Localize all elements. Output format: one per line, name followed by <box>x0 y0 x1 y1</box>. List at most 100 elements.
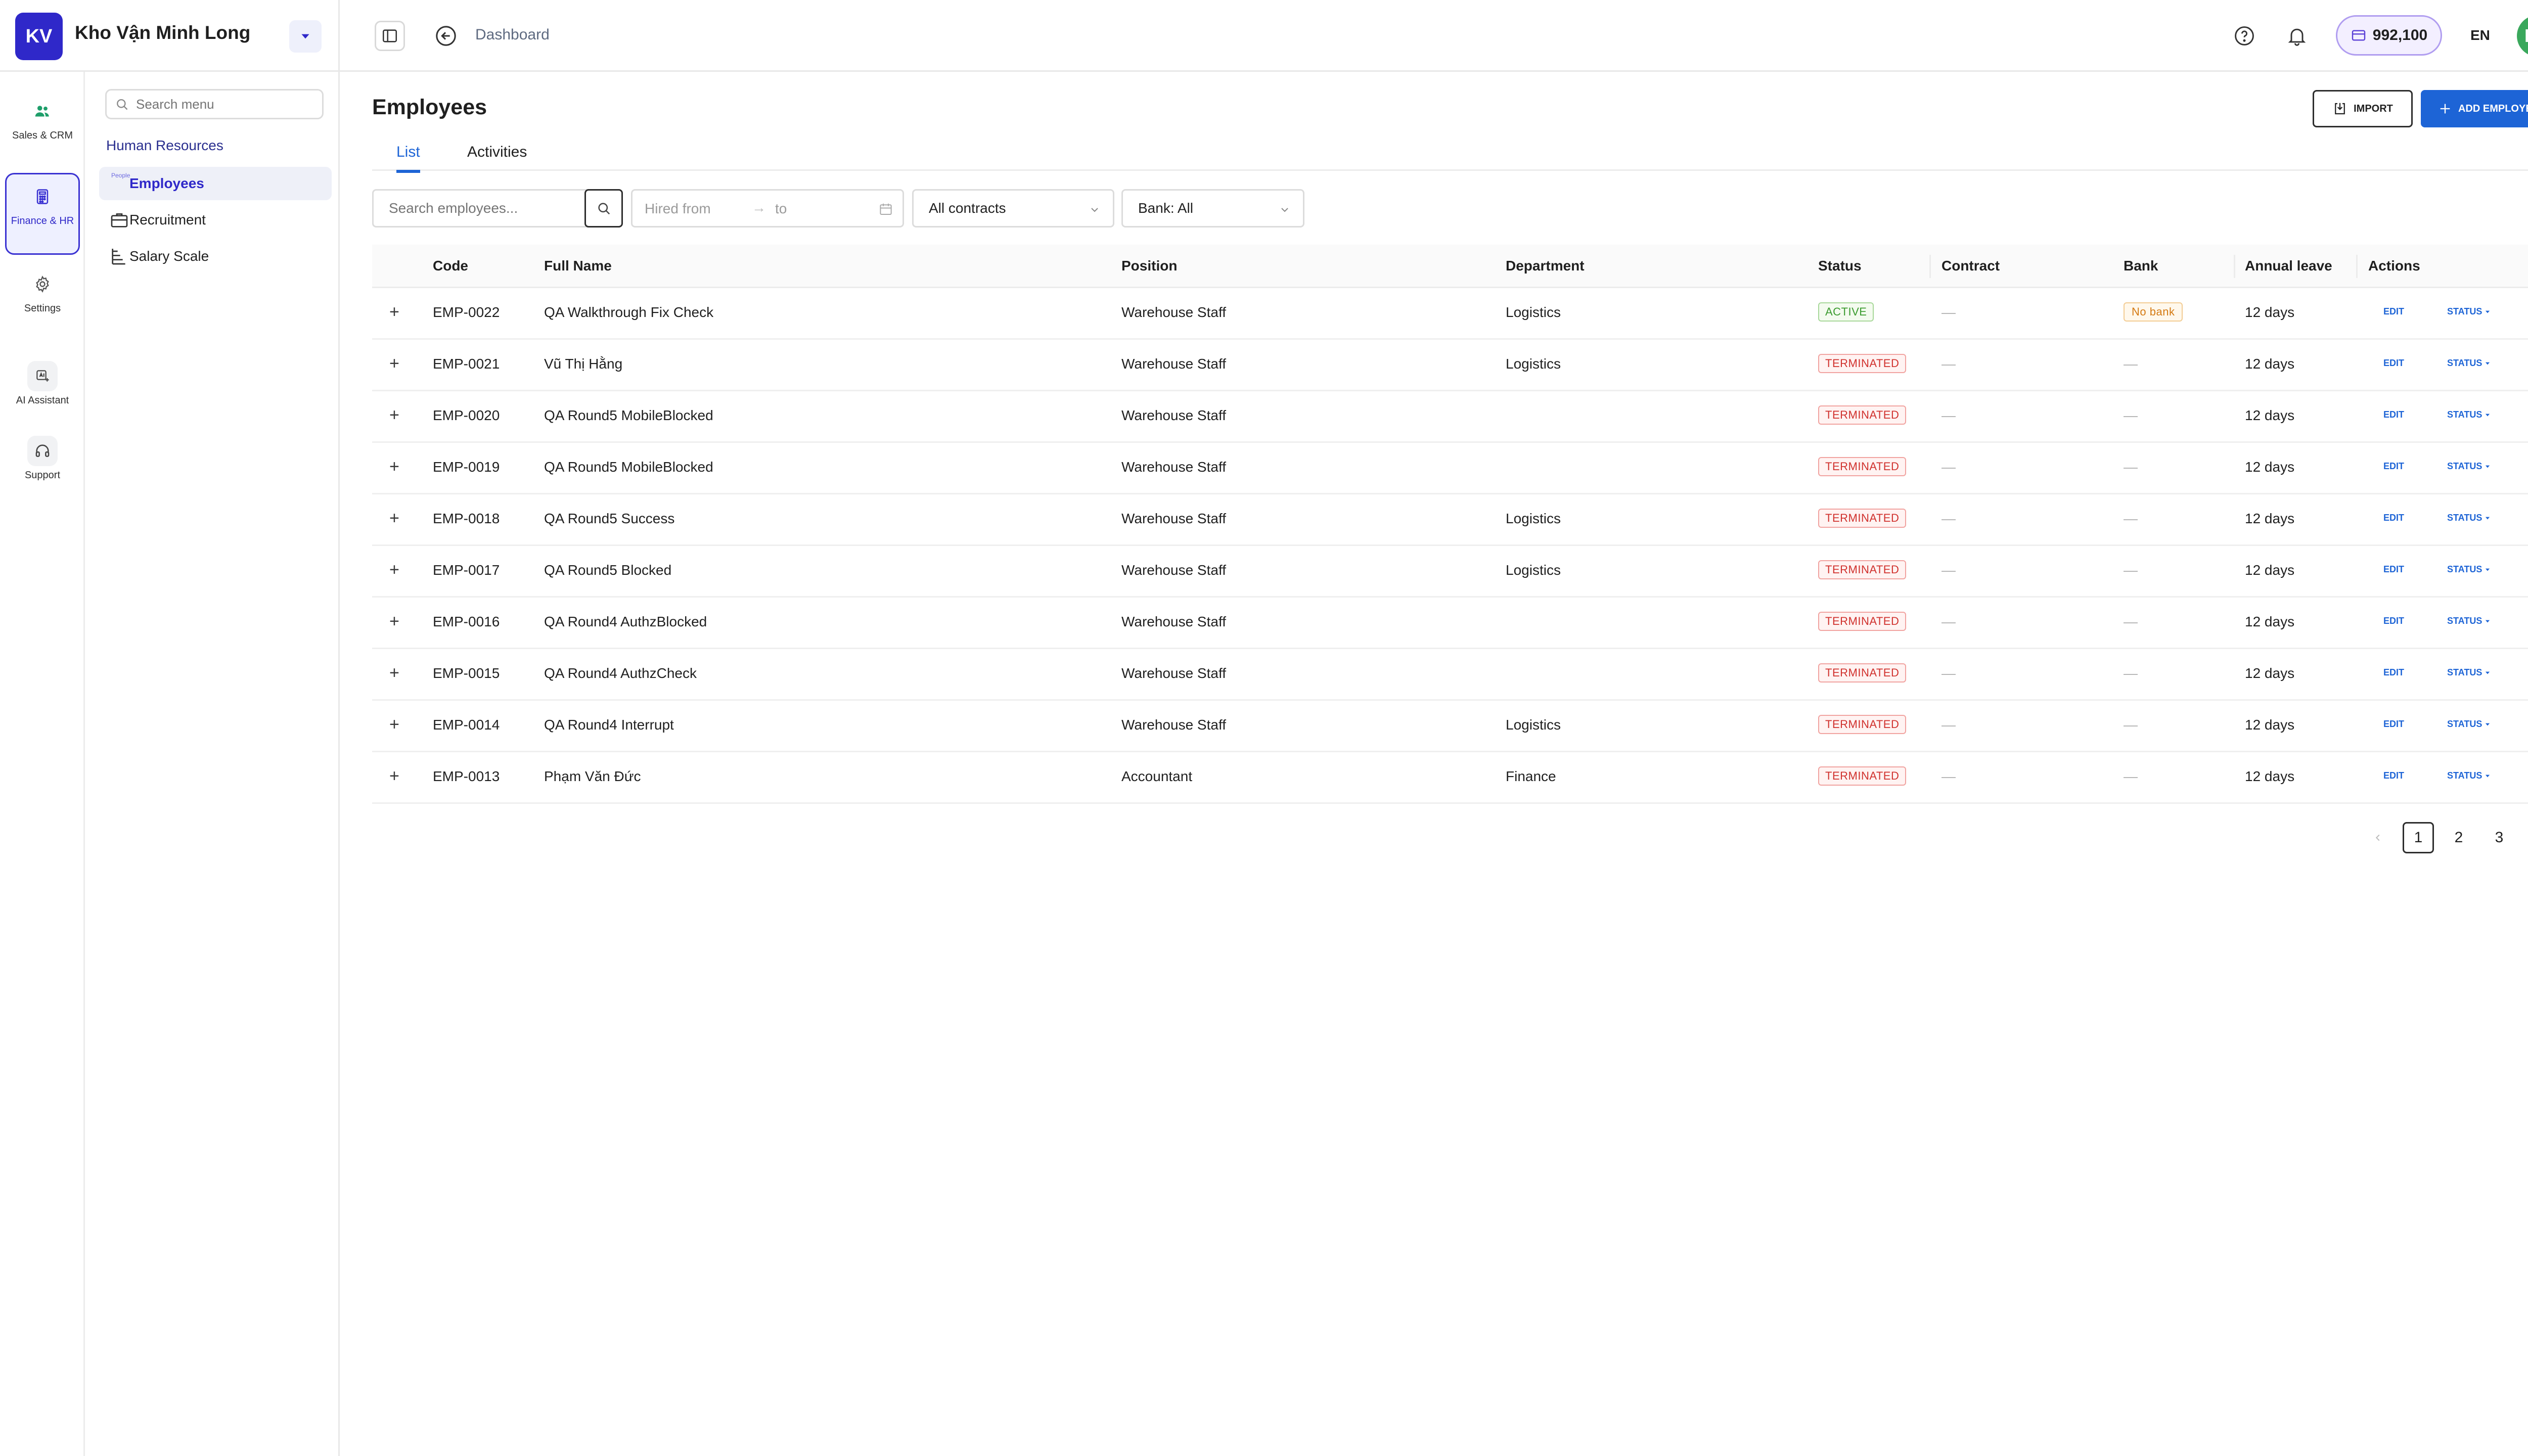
status-badge: TERMINATED <box>1818 766 1907 786</box>
next-page-button[interactable] <box>2524 822 2528 853</box>
col-code[interactable]: Code <box>433 258 468 274</box>
edit-button[interactable]: EDIT <box>2383 513 2404 523</box>
rail-item-sales-crm[interactable]: Sales & CRM <box>5 96 80 142</box>
bank-cell: — <box>2124 459 2138 475</box>
edit-button[interactable]: EDIT <box>2383 564 2404 575</box>
table-row[interactable]: + EMP-0016 QA Round4 AuthzBlocked Warehouse… <box>372 598 2528 649</box>
status-menu-button[interactable]: STATUS <box>2447 306 2491 317</box>
rail-item-finance-hr[interactable]: Finance & HR <box>5 173 80 255</box>
edit-button[interactable]: EDIT <box>2383 616 2404 626</box>
submenu-item-recruitment[interactable]: Recruitment <box>99 203 332 237</box>
expand-row-button[interactable]: + <box>389 303 399 321</box>
status-menu-button[interactable]: STATUS <box>2447 513 2491 523</box>
col-full-name[interactable]: Full Name <box>544 258 612 274</box>
breadcrumb-dashboard[interactable]: Dashboard <box>475 26 550 43</box>
cell-annual-leave: 12 days <box>2245 459 2295 475</box>
help-button[interactable] <box>2229 20 2260 52</box>
expand-row-button[interactable]: + <box>389 767 399 785</box>
status-menu-button[interactable]: STATUS <box>2447 461 2491 472</box>
expand-row-button[interactable]: + <box>389 510 399 527</box>
status-menu-button[interactable]: STATUS <box>2447 410 2491 420</box>
edit-button[interactable]: EDIT <box>2383 358 2404 369</box>
language-switch[interactable]: EN <box>2470 27 2490 43</box>
menu-search-input[interactable] <box>135 96 319 113</box>
edit-button[interactable]: EDIT <box>2383 410 2404 420</box>
status-menu-button[interactable]: STATUS <box>2447 564 2491 575</box>
contract-filter-value: All contracts <box>929 200 1006 216</box>
caret-down-icon <box>2486 723 2490 725</box>
tab-list[interactable]: List <box>396 144 420 173</box>
user-avatar[interactable]: HH <box>2517 15 2528 57</box>
table-row[interactable]: + EMP-0018 QA Round5 Success Warehouse Staf… <box>372 494 2528 546</box>
tab-activities[interactable]: Activities <box>467 144 527 170</box>
cell-position: Warehouse Staff <box>1121 665 1227 681</box>
back-button[interactable] <box>431 21 461 51</box>
table-row[interactable]: + EMP-0021 Vũ Thị Hằng Warehouse Staff Logis… <box>372 340 2528 391</box>
expand-row-button[interactable]: + <box>389 664 399 681</box>
table-row[interactable]: + EMP-0014 QA Round4 Interrupt Warehouse St… <box>372 701 2528 752</box>
contract-filter-select[interactable]: All contracts <box>912 189 1114 228</box>
rail-item-ai-assistant[interactable]: AI Assistant <box>5 361 80 406</box>
table-row[interactable]: + EMP-0017 QA Round5 Blocked Warehouse Staf… <box>372 546 2528 598</box>
rail-item-settings[interactable]: Settings <box>5 269 80 314</box>
rail-item-support[interactable]: Support <box>5 436 80 481</box>
table-row[interactable]: + EMP-0022 QA Walkthrough Fix Check Warehou… <box>372 288 2528 340</box>
brand-block: KV Kho Vận Minh Long <box>0 0 340 72</box>
hired-to-field[interactable]: to <box>775 201 787 217</box>
bank-cell: — <box>2124 768 2138 784</box>
page-3-button[interactable]: 3 <box>2484 822 2515 853</box>
status-menu-button[interactable]: STATUS <box>2447 667 2491 678</box>
add-employee-button[interactable]: ADD EMPLOYEE <box>2421 90 2528 127</box>
col-contract[interactable]: Contract <box>1942 258 2000 274</box>
col-position[interactable]: Position <box>1121 258 1177 274</box>
cell-position: Warehouse Staff <box>1121 407 1227 423</box>
company-switcher-button[interactable] <box>289 20 322 53</box>
import-button[interactable]: IMPORT <box>2313 90 2413 127</box>
status-menu-button[interactable]: STATUS <box>2447 719 2491 730</box>
notifications-button[interactable] <box>2281 20 2313 52</box>
page-1-button[interactable]: 1 <box>2403 822 2434 853</box>
edit-button[interactable]: EDIT <box>2383 719 2404 730</box>
cell-full-name: QA Round4 AuthzCheck <box>544 665 697 681</box>
submenu-item-salary-scale[interactable]: Salary Scale <box>99 240 332 273</box>
table-row[interactable]: + EMP-0015 QA Round4 AuthzCheck Warehouse S… <box>372 649 2528 701</box>
sidebar-toggle-button[interactable] <box>375 21 405 51</box>
col-bank[interactable]: Bank <box>2124 258 2158 274</box>
col-annual-leave[interactable]: Annual leave <box>2245 258 2332 274</box>
submenu-item-employees[interactable]: People Employees <box>99 167 332 200</box>
caret-down-icon <box>2486 568 2490 571</box>
edit-button[interactable]: EDIT <box>2383 667 2404 678</box>
status-menu-label: STATUS <box>2447 410 2482 420</box>
expand-row-button[interactable]: + <box>389 613 399 630</box>
status-menu-button[interactable]: STATUS <box>2447 770 2491 781</box>
expand-row-button[interactable]: + <box>389 458 399 475</box>
status-menu-label: STATUS <box>2447 564 2482 574</box>
hired-from-field[interactable]: Hired from <box>645 201 711 217</box>
search-button[interactable] <box>584 189 623 228</box>
expand-row-button[interactable]: + <box>389 355 399 372</box>
credits-badge[interactable]: 992,100 <box>2336 15 2442 56</box>
status-menu-label: STATUS <box>2447 513 2482 523</box>
page-2-button[interactable]: 2 <box>2443 822 2474 853</box>
col-department[interactable]: Department <box>1506 258 1585 274</box>
edit-button[interactable]: EDIT <box>2383 770 2404 781</box>
expand-row-button[interactable]: + <box>389 716 399 733</box>
sidebar-icon <box>382 29 397 42</box>
help-circle-icon <box>2235 26 2254 46</box>
prev-page-button[interactable] <box>2362 822 2394 853</box>
status-menu-button[interactable]: STATUS <box>2447 616 2491 626</box>
expand-row-button[interactable]: + <box>389 561 399 578</box>
edit-button[interactable]: EDIT <box>2383 461 2404 472</box>
table-row[interactable]: + EMP-0020 QA Round5 MobileBlocked Warehous… <box>372 391 2528 443</box>
hired-date-range[interactable]: Hired from → to <box>631 189 904 228</box>
edit-button[interactable]: EDIT <box>2383 306 2404 317</box>
employee-search-input[interactable] <box>374 200 587 217</box>
table-row[interactable]: + EMP-0019 QA Round5 MobileBlocked Warehous… <box>372 443 2528 494</box>
expand-row-button[interactable]: + <box>389 406 399 424</box>
col-status[interactable]: Status <box>1818 258 1862 274</box>
status-menu-button[interactable]: STATUS <box>2447 358 2491 369</box>
table-row[interactable]: + EMP-0013 Phạm Văn Đức Accountant Finance TE… <box>372 752 2528 804</box>
bank-filter-select[interactable]: Bank: All <box>1121 189 1304 228</box>
column-divider <box>2356 255 2358 278</box>
briefcase-icon <box>111 213 128 228</box>
